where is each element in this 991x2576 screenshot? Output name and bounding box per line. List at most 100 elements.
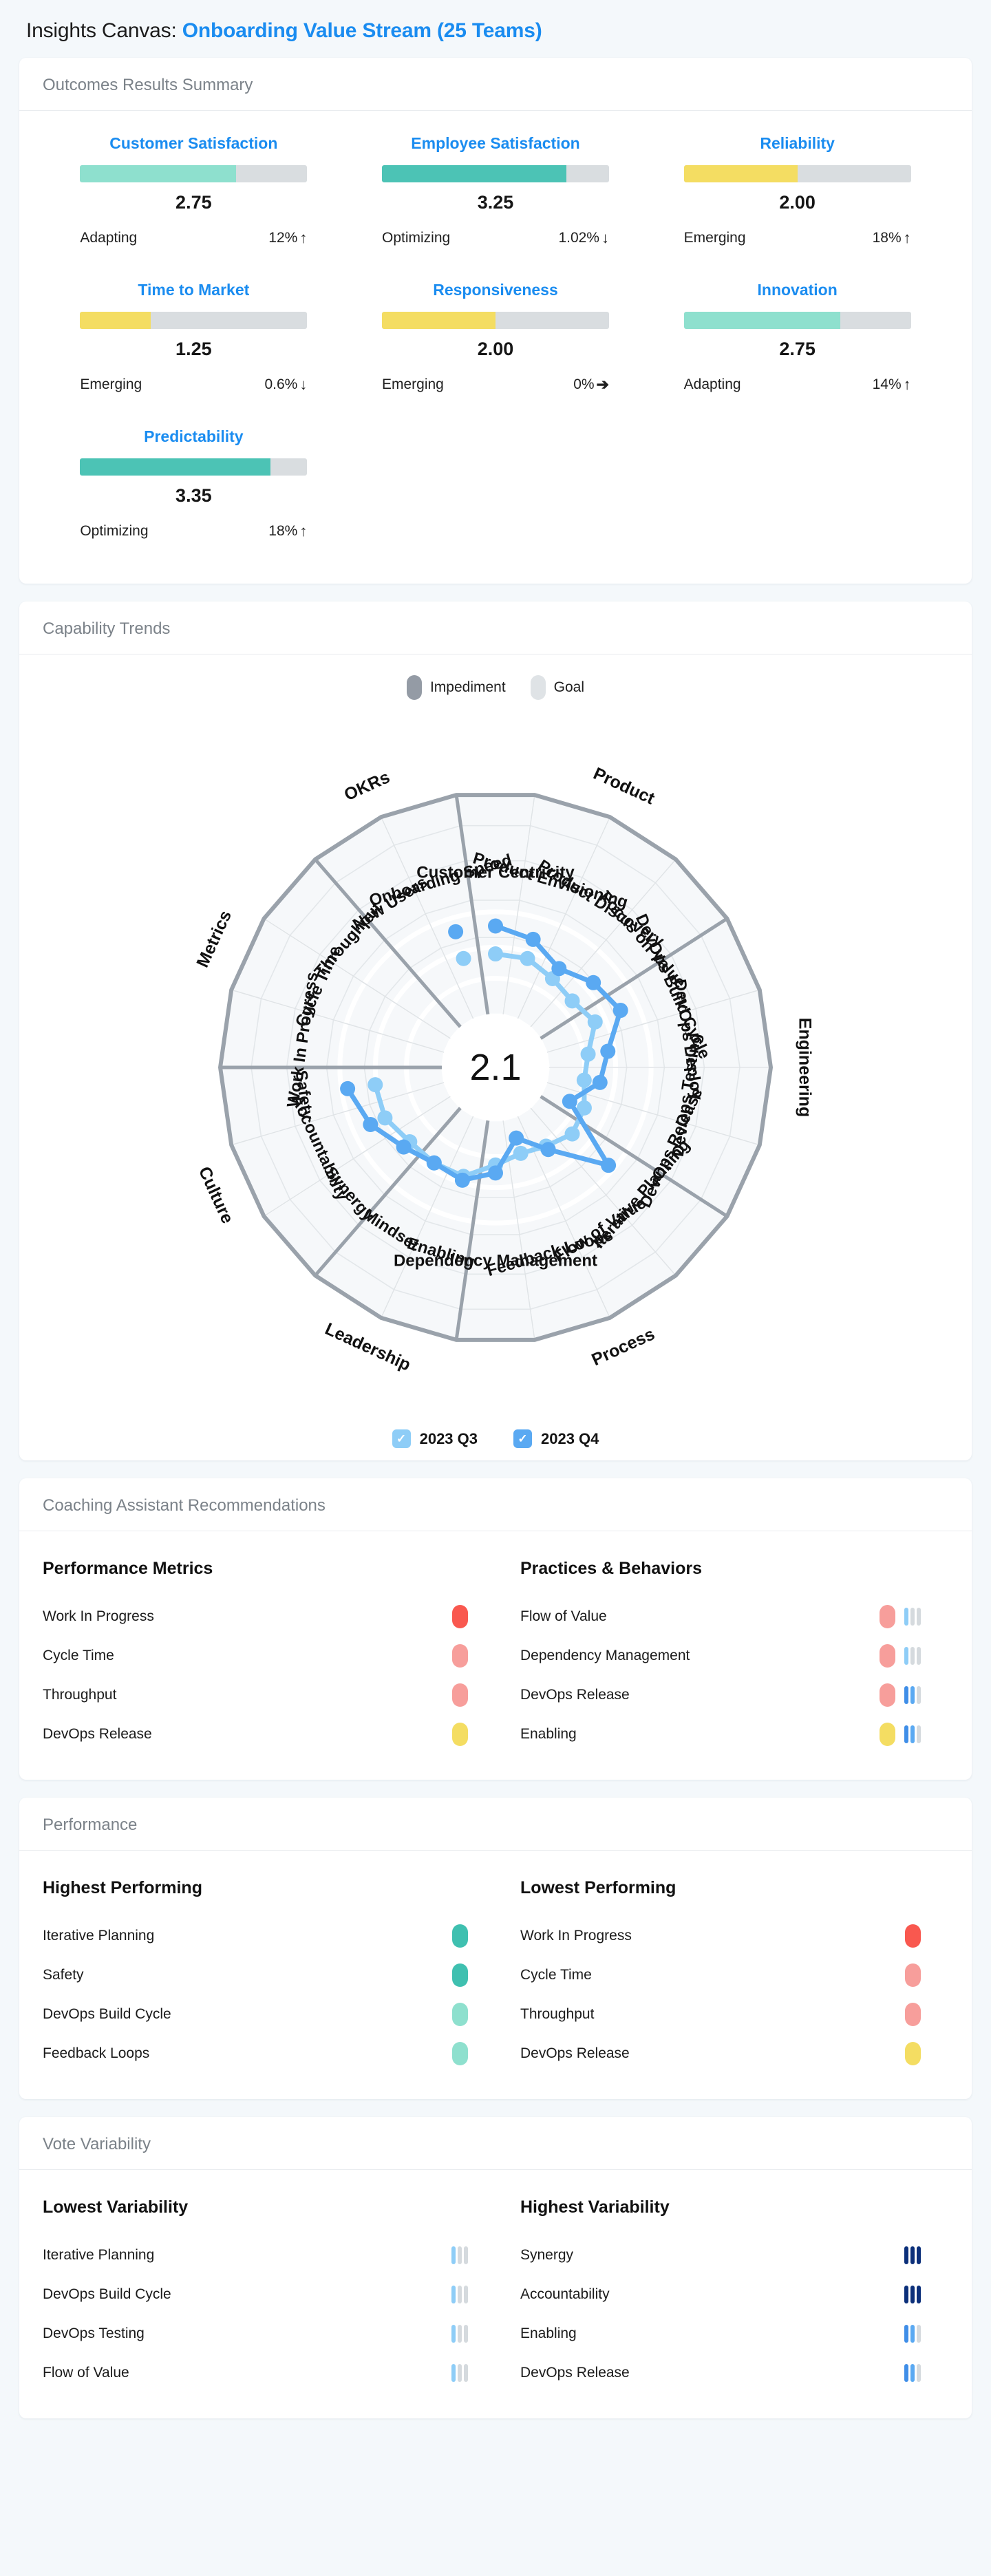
- list-item[interactable]: DevOps Release: [520, 2034, 921, 2073]
- outcomes-section-title: Outcomes Results Summary: [19, 58, 972, 111]
- outcome-card[interactable]: Responsiveness 2.00 Emerging 0% ➔: [345, 274, 647, 416]
- list-item[interactable]: Iterative Planning: [43, 1916, 468, 1955]
- radar-chart[interactable]: Customer Centricity Product Envisioning Pr…: [138, 710, 853, 1425]
- performance-left-title: Highest Performing: [43, 1878, 202, 1897]
- list-item[interactable]: Flow of Value: [43, 2353, 468, 2392]
- page-title-prefix: Insights Canvas:: [26, 19, 182, 42]
- variability-bar: [917, 1685, 921, 1704]
- list-item-indicators: [905, 2041, 921, 2065]
- radar-data-point: [580, 1046, 596, 1062]
- radar-data-point: [367, 1077, 383, 1093]
- outcome-score: 1.25: [175, 339, 212, 359]
- variability-bars-icon: [451, 2285, 468, 2303]
- list-item[interactable]: Throughput: [520, 1994, 921, 2034]
- list-item[interactable]: Cycle Time: [520, 1955, 921, 1994]
- checkbox-icon[interactable]: ✓: [513, 1429, 532, 1448]
- outcome-delta: 0% ➔: [573, 376, 609, 393]
- list-item[interactable]: Throughput: [43, 1675, 468, 1714]
- outcome-delta: 1.02% ↓: [558, 230, 609, 246]
- radar-data-point: [587, 1014, 603, 1030]
- radar-data-point: [564, 1126, 580, 1142]
- list-item[interactable]: Work In Progress: [520, 1916, 921, 1955]
- radar-data-point: [564, 993, 580, 1009]
- outcome-title: Employee Satisfaction: [411, 134, 580, 152]
- list-item-label: Work In Progress: [43, 1608, 154, 1624]
- performance-right-list: Work In Progress Cycle Time Throughput DevO…: [520, 1916, 921, 2073]
- legend-label: Impediment: [429, 679, 506, 695]
- radar-data-point: [576, 1072, 592, 1088]
- list-item[interactable]: Synergy: [520, 2235, 921, 2275]
- list-item[interactable]: Flow of Value: [520, 1597, 921, 1636]
- variability-bars-icon: [451, 2324, 468, 2343]
- variability-bars-icon: [904, 1646, 921, 1665]
- variability-bar: [917, 2246, 921, 2264]
- list-item[interactable]: Accountability: [520, 2275, 921, 2314]
- variability-bar: [910, 2324, 915, 2343]
- coaching-left-column: Performance Metrics Work In Progress Cycl…: [43, 1555, 496, 1759]
- radar-data-point: [454, 1172, 470, 1188]
- status-dot-icon: [905, 1963, 921, 1987]
- quarter-toggle[interactable]: ✓ 2023 Q4: [513, 1429, 599, 1448]
- list-item[interactable]: DevOps Release: [520, 1675, 921, 1714]
- outcome-card[interactable]: Time to Market 1.25 Emerging 0.6% ↓: [43, 274, 345, 416]
- list-item-label: Safety: [43, 1966, 84, 1983]
- checkbox-icon[interactable]: ✓: [392, 1429, 411, 1448]
- list-item[interactable]: Safety: [43, 1955, 468, 1994]
- quarter-toggle[interactable]: ✓ 2023 Q3: [392, 1429, 478, 1448]
- list-item[interactable]: Dependency Management: [520, 1636, 921, 1675]
- performance-card: Performance Highest Performing Iterative…: [19, 1798, 972, 2099]
- status-dot-icon: [880, 1722, 895, 1746]
- list-item[interactable]: DevOps Testing: [43, 2314, 468, 2353]
- coaching-left-title: Performance Metrics: [43, 1559, 213, 1578]
- radar-data-point: [363, 1116, 379, 1132]
- list-item[interactable]: DevOps Release: [520, 2353, 921, 2392]
- outcome-card[interactable]: Reliability 2.00 Emerging 18% ↑: [646, 127, 948, 270]
- outcome-card[interactable]: Innovation 2.75 Adapting 14% ↑: [646, 274, 948, 416]
- variability-bar: [917, 1646, 921, 1665]
- outcome-progress-fill: [683, 165, 798, 182]
- outcome-title: Innovation: [757, 281, 838, 299]
- list-item-indicators: [880, 1604, 921, 1628]
- outcome-delta: 14% ↑: [873, 376, 911, 393]
- outcome-title: Reliability: [760, 134, 835, 152]
- trend-arrow-icon: ↑: [299, 522, 308, 540]
- outcome-level: Emerging: [80, 376, 142, 392]
- list-item-indicators: [452, 1722, 468, 1746]
- variability-bars-icon: [904, 2324, 921, 2343]
- list-item[interactable]: Enabling: [520, 1714, 921, 1754]
- outcome-progress-fill: [381, 312, 496, 329]
- outcome-delta: 18% ↑: [873, 230, 911, 246]
- coaching-section-title: Coaching Assistant Recommendations: [19, 1478, 972, 1531]
- variability-bar: [917, 1607, 921, 1626]
- list-item-label: DevOps Testing: [43, 2325, 145, 2341]
- list-item-label: DevOps Build Cycle: [43, 2286, 171, 2302]
- list-item-label: Cycle Time: [43, 1647, 114, 1663]
- list-item[interactable]: Cycle Time: [43, 1636, 468, 1675]
- outcome-card[interactable]: Employee Satisfaction 3.25 Optimizing 1.02%…: [345, 127, 647, 270]
- variability-bar: [904, 2285, 908, 2303]
- project-name-link[interactable]: Onboarding Value Stream (25 Teams): [182, 19, 542, 42]
- list-item[interactable]: DevOps Build Cycle: [43, 1994, 468, 2034]
- outcome-card[interactable]: Predictability 3.35 Optimizing 18% ↑: [43, 421, 345, 563]
- outcome-level: Adapting: [683, 376, 741, 392]
- variability-bar: [458, 2285, 462, 2303]
- list-item[interactable]: DevOps Release: [43, 1714, 468, 1754]
- list-item[interactable]: Enabling: [520, 2314, 921, 2353]
- outcome-progress-track: [80, 458, 308, 476]
- variability-section-title: Vote Variability: [19, 2117, 972, 2170]
- radar-data-point: [612, 1003, 628, 1019]
- list-item[interactable]: Iterative Planning: [43, 2235, 468, 2275]
- list-item[interactable]: Feedback Loops: [43, 2034, 468, 2073]
- variability-bars-icon: [904, 2246, 921, 2264]
- page-title: Insights Canvas: Onboarding Value Stream…: [0, 0, 991, 58]
- list-item[interactable]: DevOps Build Cycle: [43, 2275, 468, 2314]
- list-item-indicators: [905, 1963, 921, 1987]
- performance-section-title: Performance: [19, 1798, 972, 1851]
- status-dot-icon: [905, 2041, 921, 2065]
- quarter-label: 2023 Q4: [541, 1429, 599, 1447]
- list-item[interactable]: Work In Progress: [43, 1597, 468, 1636]
- status-dot-icon: [452, 2002, 468, 2026]
- variability-left-title: Lowest Variability: [43, 2197, 189, 2217]
- outcome-card[interactable]: Customer Satisfaction 2.75 Adapting 12% ↑: [43, 127, 345, 270]
- variability-bars-icon: [904, 1607, 921, 1626]
